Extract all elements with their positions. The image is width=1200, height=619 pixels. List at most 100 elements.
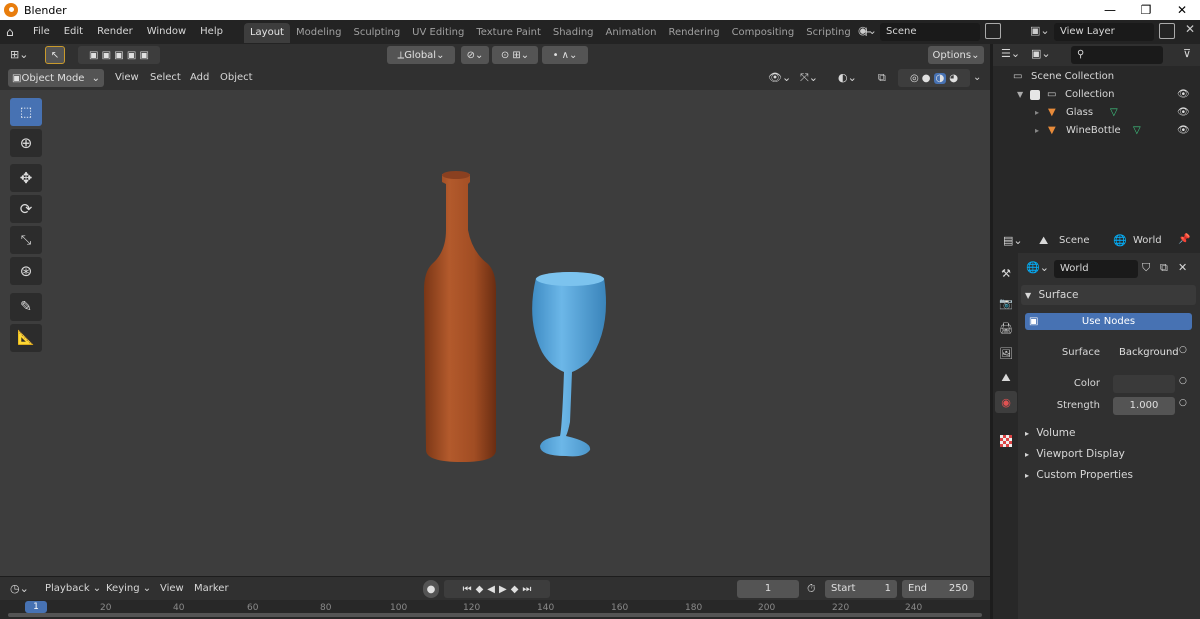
tab-rendering[interactable]: Rendering [662,23,725,43]
outliner-row-winebottle[interactable]: ▸ ▼ WineBottle ▽ 👁 [993,122,1200,140]
view-layer-icon[interactable]: ▣⌄ [1030,24,1050,37]
tab-compositing[interactable]: Compositing [726,23,801,43]
use-nodes-button[interactable]: ▣ Use Nodes [1025,313,1192,330]
record-icon[interactable]: ● [423,580,439,598]
outliner-search-input[interactable]: ⚲ [1071,46,1163,64]
restore-button[interactable]: ❐ [1128,0,1164,20]
color-field[interactable] [1113,375,1175,393]
tab-modeling[interactable]: Modeling [290,23,348,43]
expand-arrow-icon[interactable]: ▸ [1035,104,1039,122]
editor-type-icon[interactable]: ⊞⌄ [10,46,28,64]
eye-icon[interactable]: 👁 [1177,104,1190,122]
new-scene-icon[interactable] [985,23,1001,39]
timeline-menu-view[interactable]: View [160,580,184,598]
jump-end-icon[interactable]: ⏭ [522,584,531,595]
tab-scene[interactable]: ⛰ [995,367,1017,389]
tab-view-layer[interactable]: 🖼 [995,342,1017,364]
select-box-tool[interactable]: ⬚ [10,98,42,126]
start-frame-field[interactable]: Start 1 [825,580,897,598]
timeline-editor-icon[interactable]: ◷⌄ [10,580,29,598]
mesh-data-icon[interactable]: ▽ [1133,122,1141,140]
snapping-icon[interactable]: ⊙ ⊞⌄ [492,46,538,64]
menu-help[interactable]: Help [193,20,230,44]
tab-animation[interactable]: Animation [600,23,663,43]
blender-menu-icon[interactable]: ⌂ [6,25,26,39]
tab-render[interactable]: 📷 [995,292,1017,314]
pin-icon[interactable]: 📌 [1178,234,1190,245]
eye-icon[interactable]: 👁 [1177,122,1190,140]
visibility-icon[interactable]: 👁⌄ [768,69,791,87]
jump-start-icon[interactable]: ⏮ [463,584,472,595]
scene-breadcrumb[interactable]: Scene [1059,235,1090,246]
stopwatch-icon[interactable]: ⏱ [807,580,816,598]
playhead[interactable]: 1 [25,601,47,613]
socket-icon[interactable]: ○ [1179,376,1187,386]
viewport-menu-select[interactable]: Select [150,69,181,87]
prev-keyframe-icon[interactable]: ◆ [476,584,484,595]
world-name-field[interactable]: World [1054,260,1138,278]
tab-sculpting[interactable]: Sculpting [347,23,406,43]
filter-icon[interactable]: ⊽ [1183,47,1191,60]
tab-output[interactable]: 🖨 [995,317,1017,339]
measure-tool[interactable]: 📐 [10,324,42,352]
scene-selector-icon[interactable]: ◉⌄ [858,24,877,37]
menu-file[interactable]: File [26,20,57,44]
shading-options-icon[interactable]: ⌄ [973,69,981,87]
cursor-tool[interactable]: ⊕ [10,129,42,157]
close-button[interactable]: ✕ [1164,0,1200,20]
volume-section-header[interactable]: ▸ Volume [1021,423,1196,443]
outliner-row-scene-collection[interactable]: ▭ Scene Collection [993,68,1200,86]
pivot-point-icon[interactable]: ⊘⌄ [461,46,489,64]
duplicate-world-icon[interactable]: ⧉ [1160,261,1168,275]
surface-section-header[interactable]: ▼ Surface [1021,285,1196,305]
viewport-menu-object[interactable]: Object [220,69,253,87]
annotate-tool[interactable]: ✎ [10,293,42,321]
tab-world[interactable]: ◉ [995,391,1017,413]
mesh-data-icon[interactable]: ▽ [1110,104,1118,122]
checkbox-icon[interactable] [1030,90,1040,100]
selection-mode-icons[interactable]: ▣ ▣ ▣ ▣ ▣ [78,46,160,64]
menu-window[interactable]: Window [140,20,193,44]
minimize-button[interactable]: — [1092,0,1128,20]
menu-render[interactable]: Render [90,20,140,44]
wireframe-shading-icon[interactable]: ◎ [910,73,919,84]
move-tool[interactable]: ✥ [10,164,42,192]
tab-texture[interactable] [995,430,1017,452]
options-dropdown[interactable]: Options ⌄ [928,46,984,64]
transform-tool[interactable]: ⊛ [10,257,42,285]
object-mode-dropdown[interactable]: ▣ Object Mode ⌄ [8,69,104,87]
properties-editor-icon[interactable]: ▤⌄ [1003,234,1023,247]
tab-tool[interactable]: ⚒ [995,262,1017,284]
expand-arrow-icon[interactable]: ▸ [1035,122,1039,140]
remove-view-layer-icon[interactable]: ✕ [1185,22,1195,36]
solid-shading-icon[interactable]: ● [922,73,931,84]
world-breadcrumb[interactable]: World [1133,235,1162,246]
socket-icon[interactable]: ○ [1179,398,1187,408]
play-icon[interactable]: ▶ [499,584,507,595]
timeline-menu-marker[interactable]: Marker [194,580,229,598]
fake-user-icon[interactable]: ⛉ [1142,261,1150,275]
material-shading-icon[interactable]: ◑ [933,72,947,84]
wine-bottle-object[interactable] [424,171,496,462]
view-layer-field[interactable]: View Layer [1054,23,1154,41]
timeline-menu-playback[interactable]: Playback ⌄ [45,580,101,598]
shading-modes[interactable]: ◎ ● ◑ ◕ [898,69,970,87]
wine-glass-object[interactable] [532,272,606,457]
surface-shader-field[interactable]: Background [1113,344,1179,362]
tab-uv-editing[interactable]: UV Editing [406,23,470,43]
menu-edit[interactable]: Edit [57,20,90,44]
custom-properties-section-header[interactable]: ▸ Custom Properties [1021,465,1196,485]
current-frame-field[interactable]: 1 [737,580,799,598]
scene-objects[interactable] [400,160,630,470]
timeline-scrollbar[interactable] [8,613,982,617]
socket-icon[interactable]: ○ [1179,345,1187,355]
tab-texture-paint[interactable]: Texture Paint [470,23,547,43]
timeline-menu-keying[interactable]: Keying ⌄ [106,580,151,598]
next-keyframe-icon[interactable]: ◆ [511,584,519,595]
eye-icon[interactable]: 👁 [1177,86,1190,104]
overlays-icon[interactable]: ◐⌄ [838,69,857,87]
play-reverse-icon[interactable]: ◀ [487,584,495,595]
viewport-display-section-header[interactable]: ▸ Viewport Display [1021,444,1196,464]
viewport-menu-view[interactable]: View [115,69,139,87]
transform-orientation-dropdown[interactable]: ⟂ Global ⌄ [387,46,455,64]
